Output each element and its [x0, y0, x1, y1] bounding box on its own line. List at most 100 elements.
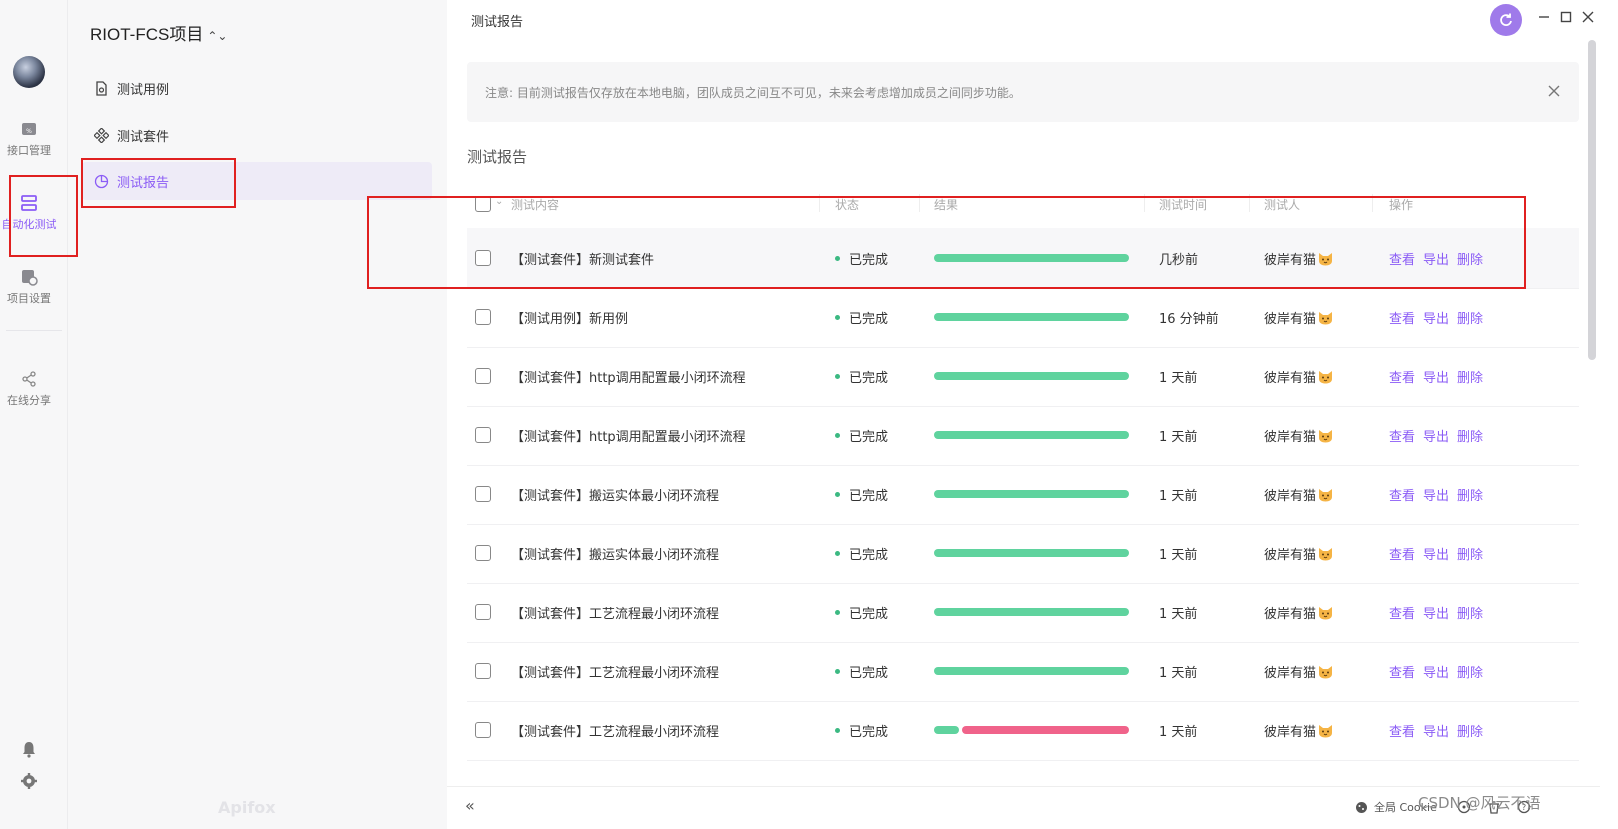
- app-window: % 接口管理 自动化测试 项目设置 在线分享 RIOT-FCS项目 ⌃⌄ 测试用例: [0, 0, 1618, 829]
- view-link[interactable]: 查看: [1389, 485, 1415, 504]
- rail-item-automation[interactable]: 自动化测试: [0, 194, 58, 232]
- status: 已完成: [835, 249, 888, 268]
- nav-item-test-cases[interactable]: 测试用例: [82, 69, 432, 107]
- table-row[interactable]: 【测试用例】新用例 已完成 16 分钟前 彼岸有猫 查看 导出 删除: [467, 287, 1579, 348]
- table-row[interactable]: 【测试套件】搬运实体最小闭环流程 已完成 1 天前 彼岸有猫 查看 导出 删除: [467, 464, 1579, 525]
- view-link[interactable]: 查看: [1389, 308, 1415, 327]
- view-link[interactable]: 查看: [1389, 426, 1415, 445]
- row-checkbox[interactable]: [475, 368, 491, 384]
- maximize-icon[interactable]: [1559, 10, 1573, 24]
- column-divider: [919, 194, 920, 212]
- rail-item-api[interactable]: % 接口管理: [0, 120, 58, 158]
- nav-item-label: 测试用例: [117, 82, 170, 98]
- view-link[interactable]: 查看: [1389, 249, 1415, 268]
- sync-button[interactable]: [1490, 4, 1522, 36]
- share-icon: [22, 371, 36, 387]
- delete-link[interactable]: 删除: [1457, 662, 1483, 681]
- delete-link[interactable]: 删除: [1457, 721, 1483, 740]
- rail-item-project-settings[interactable]: 项目设置: [0, 268, 58, 306]
- status-dot: [835, 610, 840, 615]
- delete-link[interactable]: 删除: [1457, 544, 1483, 563]
- view-link[interactable]: 查看: [1389, 544, 1415, 563]
- view-link[interactable]: 查看: [1389, 367, 1415, 386]
- row-checkbox[interactable]: [475, 545, 491, 561]
- export-link[interactable]: 导出: [1423, 249, 1449, 268]
- export-link[interactable]: 导出: [1423, 662, 1449, 681]
- delete-link[interactable]: 删除: [1457, 426, 1483, 445]
- minimize-icon[interactable]: [1537, 10, 1551, 24]
- row-checkbox[interactable]: [475, 486, 491, 502]
- suite-icon: [94, 127, 109, 143]
- export-link[interactable]: 导出: [1423, 426, 1449, 445]
- view-link[interactable]: 查看: [1389, 603, 1415, 622]
- test-time: 几秒前: [1159, 253, 1199, 268]
- view-link[interactable]: 查看: [1389, 721, 1415, 740]
- row-checkbox[interactable]: [475, 604, 491, 620]
- table-row[interactable]: 【测试套件】工艺流程最小闭环流程 已完成 1 天前 彼岸有猫 查看 导出 删除: [467, 641, 1579, 702]
- status-text: 已完成: [849, 607, 889, 622]
- delete-link[interactable]: 删除: [1457, 249, 1483, 268]
- close-window-icon[interactable]: [1581, 10, 1595, 24]
- row-checkbox[interactable]: [475, 309, 491, 325]
- export-link[interactable]: 导出: [1423, 308, 1449, 327]
- tester: 彼岸有猫: [1264, 249, 1333, 268]
- row-actions: 查看 导出 删除: [1389, 426, 1483, 445]
- row-checkbox[interactable]: [475, 427, 491, 443]
- select-all-checkbox[interactable]: [475, 196, 491, 212]
- delete-link[interactable]: 删除: [1457, 603, 1483, 622]
- row-checkbox[interactable]: [475, 722, 491, 738]
- table-row[interactable]: 【测试套件】http调用配置最小闭环流程 已完成 1 天前 彼岸有猫 查看 导出 删除: [467, 405, 1579, 466]
- row-actions: 查看 导出 删除: [1389, 662, 1483, 681]
- nav-item-test-suites[interactable]: 测试套件: [82, 116, 432, 154]
- gear-icon[interactable]: [20, 772, 38, 790]
- pass-segment: [934, 726, 959, 734]
- avatar[interactable]: [13, 56, 45, 88]
- pie-chart-icon: [94, 174, 109, 188]
- column-divider: [1249, 194, 1250, 212]
- table-row[interactable]: 【测试套件】新测试套件 已完成 几秒前 彼岸有猫 查看 导出 删除: [467, 228, 1579, 289]
- export-link[interactable]: 导出: [1423, 367, 1449, 386]
- tester-name: 彼岸有猫: [1264, 666, 1317, 681]
- nav-item-test-reports[interactable]: 测试报告: [82, 162, 432, 200]
- status-text: 已完成: [849, 666, 889, 681]
- export-link[interactable]: 导出: [1423, 544, 1449, 563]
- rail-item-label: 接口管理: [7, 144, 51, 157]
- svg-text:%: %: [26, 128, 32, 135]
- pass-segment: [934, 254, 1129, 262]
- delete-link[interactable]: 删除: [1457, 367, 1483, 386]
- tester: 彼岸有猫: [1264, 662, 1333, 681]
- result-bar: [934, 667, 1129, 675]
- collapse-sidebar-button[interactable]: «: [465, 796, 475, 815]
- view-link[interactable]: 查看: [1389, 662, 1415, 681]
- table-row[interactable]: 【测试套件】http调用配置最小闭环流程 已完成 1 天前 彼岸有猫 查看 导出 删除: [467, 346, 1579, 407]
- row-actions: 查看 导出 删除: [1389, 544, 1483, 563]
- column-header: 状态: [835, 198, 860, 212]
- export-link[interactable]: 导出: [1423, 603, 1449, 622]
- row-checkbox[interactable]: [475, 663, 491, 679]
- status: 已完成: [835, 308, 888, 327]
- tester: 彼岸有猫: [1264, 485, 1333, 504]
- scrollbar[interactable]: [1588, 40, 1596, 360]
- status-dot: [835, 433, 840, 438]
- test-time: 1 天前: [1159, 607, 1198, 622]
- delete-link[interactable]: 删除: [1457, 308, 1483, 327]
- close-icon[interactable]: [1547, 84, 1561, 98]
- chevron-down-icon[interactable]: ⌄: [495, 196, 503, 207]
- row-actions: 查看 导出 删除: [1389, 603, 1483, 622]
- project-switcher[interactable]: RIOT-FCS项目 ⌃⌄: [90, 20, 227, 45]
- rail-item-share[interactable]: 在线分享: [0, 370, 58, 408]
- bell-icon[interactable]: [20, 740, 38, 758]
- table-row[interactable]: 【测试套件】搬运实体最小闭环流程 已完成 1 天前 彼岸有猫 查看 导出 删除: [467, 523, 1579, 584]
- delete-link[interactable]: 删除: [1457, 485, 1483, 504]
- chevron-updown-icon: ⌃⌄: [207, 29, 228, 43]
- table-row[interactable]: 【测试套件】工艺流程最小闭环流程 已完成 1 天前 彼岸有猫 查看 导出 删除: [467, 700, 1579, 761]
- export-link[interactable]: 导出: [1423, 485, 1449, 504]
- export-link[interactable]: 导出: [1423, 721, 1449, 740]
- cat-emoji-icon: [1319, 311, 1333, 324]
- row-actions: 查看 导出 删除: [1389, 249, 1483, 268]
- project-settings-icon: [22, 270, 38, 286]
- tester: 彼岸有猫: [1264, 603, 1333, 622]
- row-checkbox[interactable]: [475, 250, 491, 266]
- tester: 彼岸有猫: [1264, 544, 1333, 563]
- table-row[interactable]: 【测试套件】工艺流程最小闭环流程 已完成 1 天前 彼岸有猫 查看 导出 删除: [467, 582, 1579, 643]
